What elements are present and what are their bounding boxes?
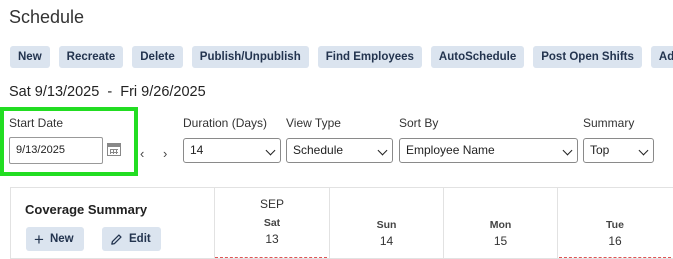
coverage-edit-button[interactable]: Edit [102, 227, 161, 251]
date-range: Sat 9/13/2025 - Fri 9/26/2025 [9, 84, 206, 100]
view-type-select[interactable]: Schedule [286, 138, 393, 163]
coverage-indicator [559, 257, 671, 258]
new-button[interactable]: New [10, 46, 50, 68]
sort-by-value: Employee Name [406, 143, 495, 157]
coverage-summary-grid: Coverage Summary + New Edit SEP Sat 13 S… [10, 187, 673, 259]
day-column-tue: Tue 16 [558, 219, 672, 248]
chevron-down-icon [638, 145, 649, 156]
day-column-mon: Mon 15 [444, 219, 557, 248]
chevron-down-icon [265, 145, 276, 156]
day-of-week: Sat [263, 217, 281, 229]
summary-select[interactable]: Top [583, 138, 654, 163]
coverage-new-button[interactable]: + New [26, 227, 84, 251]
previous-period-button[interactable]: ‹ [140, 146, 144, 161]
find-employees-button[interactable]: Find Employees [317, 46, 422, 68]
next-period-button[interactable]: › [163, 146, 167, 161]
start-date-label: Start Date [9, 116, 64, 130]
sort-by-select[interactable]: Employee Name [399, 138, 578, 163]
day-of-week: Mon [489, 219, 512, 231]
coverage-new-label: New [49, 233, 74, 245]
day-column-sun: Sun 14 [330, 219, 443, 248]
coverage-edit-label: Edit [129, 233, 151, 245]
calendar-icon[interactable] [107, 143, 121, 156]
add-button[interactable]: Add [650, 46, 673, 68]
view-type-value: Schedule [293, 143, 344, 157]
summary-value: Top [590, 143, 610, 157]
publish-unpublish-button[interactable]: Publish/Unpublish [191, 46, 309, 68]
duration-select[interactable]: 14 [183, 138, 281, 163]
day-column-sat: SEP Sat 13 [215, 188, 329, 246]
day-number: 14 [379, 234, 394, 248]
duration-value: 14 [190, 143, 204, 157]
view-type-label: View Type [286, 116, 341, 130]
start-date-input[interactable]: 9/13/2025 [9, 137, 103, 164]
duration-label: Duration (Days) [183, 116, 268, 130]
recreate-button[interactable]: Recreate [58, 46, 124, 68]
chevron-down-icon [377, 145, 388, 156]
coverage-indicator [215, 257, 327, 258]
day-number: 16 [608, 234, 622, 248]
plus-icon: + [34, 229, 44, 249]
day-number: 13 [265, 232, 279, 246]
delete-button[interactable]: Delete [132, 46, 183, 68]
post-open-shifts-button[interactable]: Post Open Shifts [533, 46, 642, 68]
day-of-week: Tue [606, 219, 624, 231]
coverage-summary-title: Coverage Summary [25, 202, 148, 217]
summary-label: Summary [583, 116, 635, 130]
page-title: Schedule [9, 7, 85, 27]
day-number: 15 [493, 234, 508, 248]
pencil-icon [111, 233, 122, 245]
month-label: SEP [259, 197, 284, 211]
chevron-down-icon [562, 145, 573, 156]
toolbar: New Recreate Delete Publish/Unpublish Fi… [10, 46, 673, 68]
day-of-week: Sun [376, 219, 397, 231]
autoschedule-button[interactable]: AutoSchedule [430, 46, 525, 68]
sort-by-label: Sort By [399, 116, 439, 130]
